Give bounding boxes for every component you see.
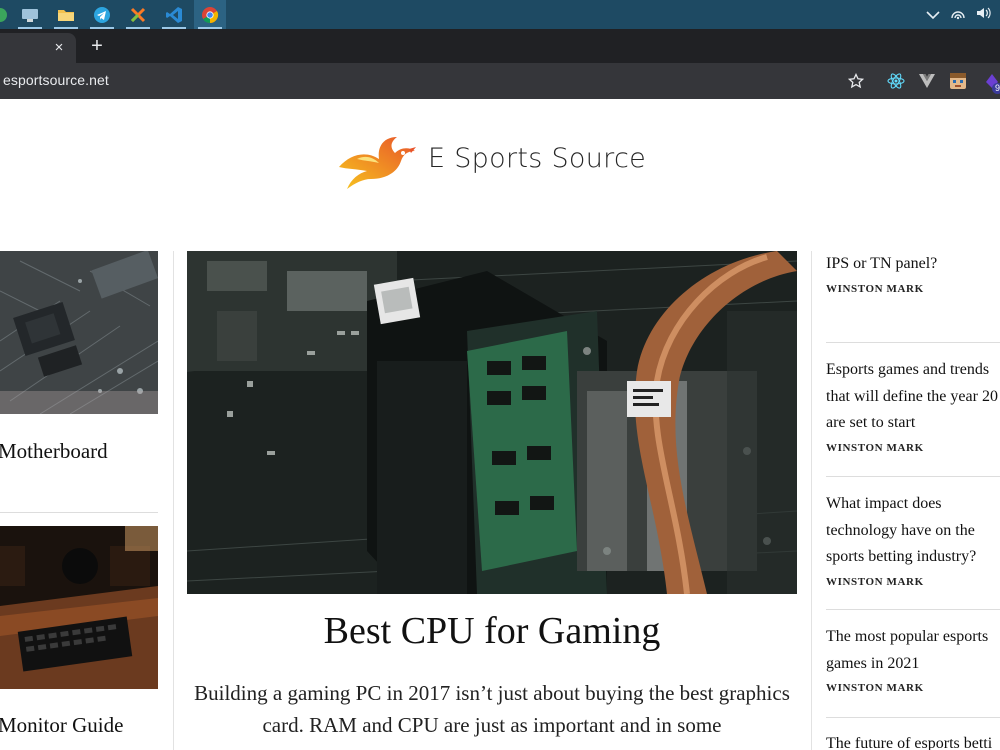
sidebar-article[interactable]: The most popular esports games in 2021 W…: [826, 624, 1000, 694]
sidebar-article[interactable]: What impact does technology have on the …: [826, 491, 1000, 588]
browser-toolbar: esportsource.net 9: [0, 63, 1000, 99]
system-tray: [926, 0, 1000, 29]
sidebar-article-title-line[interactable]: sports betting industry?: [826, 544, 1000, 571]
sidebar-divider: [826, 717, 1000, 718]
motherboard-thumbnail-image[interactable]: [0, 251, 158, 414]
sidebar-divider: [826, 609, 1000, 610]
column-divider: [173, 251, 174, 750]
sidebar-divider: [826, 342, 1000, 343]
sidebar-article-title-line[interactable]: that will define the year 20: [826, 384, 1000, 411]
sidebar-article-title-line[interactable]: games in 2021: [826, 651, 1000, 678]
wifi-icon[interactable]: [950, 6, 966, 23]
sidebar-article-author[interactable]: WINSTON MARK: [826, 283, 1000, 295]
browser-tab-strip: × +: [0, 29, 1000, 63]
left-article-title[interactable]: Motherboard: [0, 439, 108, 464]
column-divider: [811, 251, 812, 750]
react-devtools-icon[interactable]: [886, 71, 906, 91]
site-logo-phoenix-icon[interactable]: [337, 133, 417, 189]
avatar-extension-icon[interactable]: [948, 71, 968, 91]
web-page: E Sports Source Motherboard Monitor Guid…: [0, 99, 1000, 750]
taskbar-app-computer-icon[interactable]: [14, 0, 46, 29]
featured-article-image[interactable]: [187, 251, 797, 594]
sidebar-article-author[interactable]: WINSTON MARK: [826, 682, 1000, 694]
sidebar-article-title-line[interactable]: The future of esports betti: [826, 731, 1000, 750]
sidebar-article-title-line[interactable]: What impact does: [826, 491, 1000, 518]
left-divider: [0, 512, 158, 513]
browser-tab[interactable]: ×: [0, 33, 76, 63]
sidebar-article-title-line[interactable]: technology have on the: [826, 518, 1000, 545]
taskbar-app-vscode-icon[interactable]: [158, 0, 190, 29]
sidebar-article-author[interactable]: WINSTON MARK: [826, 442, 1000, 454]
sidebar-article-title-line[interactable]: Esports games and trends: [826, 357, 1000, 384]
sidebar-article-author[interactable]: WINSTON MARK: [826, 576, 1000, 588]
left-article-title[interactable]: Monitor Guide: [0, 713, 123, 738]
extension-with-badge-icon[interactable]: 9: [980, 71, 1000, 94]
taskbar-app-chrome-icon[interactable]: [194, 0, 226, 29]
chevron-up-icon[interactable]: [926, 7, 940, 23]
sidebar-article-title-line[interactable]: The most popular esports: [826, 624, 1000, 651]
monitor-guide-thumbnail-image[interactable]: [0, 526, 158, 689]
volume-icon[interactable]: [976, 6, 992, 23]
site-title[interactable]: E Sports Source: [428, 143, 646, 174]
new-tab-button[interactable]: +: [86, 35, 108, 57]
address-bar-url[interactable]: esportsource.net: [3, 72, 109, 88]
taskbar-app-xampp-icon[interactable]: [122, 0, 154, 29]
featured-article-excerpt: Building a gaming PC in 2017 isn’t just …: [194, 681, 790, 737]
sidebar-article-title-line[interactable]: are set to start: [826, 410, 1000, 437]
sidebar-article[interactable]: Esports games and trends that will defin…: [826, 357, 1000, 454]
taskbar-app-telegram-icon[interactable]: [86, 0, 118, 29]
bookmark-star-icon[interactable]: [846, 71, 866, 91]
extension-badge: 9: [992, 83, 1000, 94]
tab-close-button[interactable]: ×: [50, 39, 68, 57]
os-taskbar: [0, 0, 1000, 29]
featured-article-title[interactable]: Best CPU for Gaming: [187, 609, 797, 653]
sidebar-article[interactable]: The future of esports betti: [826, 731, 1000, 750]
sidebar-divider: [826, 476, 1000, 477]
taskbar-app-folder-icon[interactable]: [50, 0, 82, 29]
sidebar-article[interactable]: IPS or TN panel? WINSTON MARK: [826, 251, 1000, 295]
sidebar-article-title[interactable]: IPS or TN panel?: [826, 251, 1000, 278]
vue-devtools-icon[interactable]: [917, 71, 937, 91]
